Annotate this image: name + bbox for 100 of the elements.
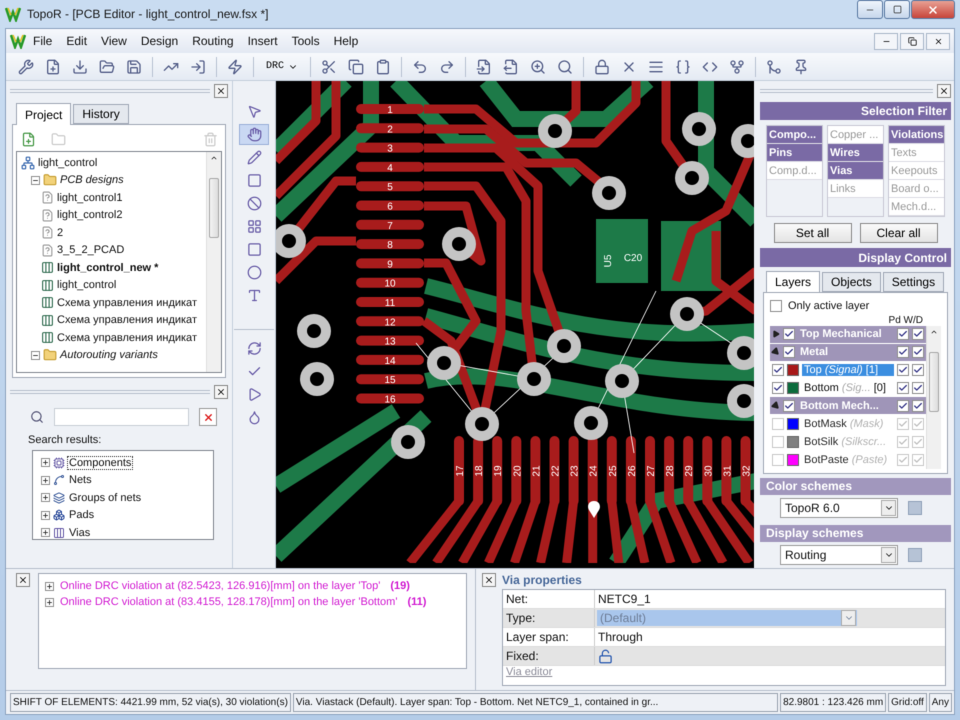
checkbox[interactable] <box>912 382 924 394</box>
menu-item[interactable]: Tools <box>284 34 327 48</box>
checkbox[interactable] <box>897 436 909 448</box>
tree-item[interactable]: light_control1 <box>57 192 122 204</box>
checkbox[interactable] <box>772 364 784 376</box>
layer-name[interactable]: BotMask (Mask) <box>802 418 894 430</box>
filter-toggle[interactable]: Pins <box>767 144 822 162</box>
expand-toggle[interactable] <box>41 528 50 538</box>
checkbox[interactable] <box>897 364 909 376</box>
checkbox[interactable] <box>897 418 909 430</box>
tree-item[interactable]: Схема управления индикат <box>57 296 197 309</box>
tree-item[interactable]: Groups of nets <box>68 492 142 504</box>
close-button[interactable] <box>16 573 30 587</box>
close-button[interactable] <box>214 84 228 98</box>
scrollbar-thumb[interactable] <box>929 352 939 412</box>
scheme-dropdown[interactable]: Routing <box>780 544 898 565</box>
checkbox[interactable] <box>783 400 795 412</box>
tab[interactable]: Layers <box>766 270 820 293</box>
menu-item[interactable]: Edit <box>59 34 94 48</box>
menu-item[interactable]: File <box>26 34 60 48</box>
checkbox[interactable] <box>783 346 795 358</box>
tree-item[interactable]: Vias <box>68 526 92 539</box>
expand-toggle[interactable] <box>41 493 50 502</box>
expand-toggle[interactable] <box>41 476 50 485</box>
layer-name[interactable]: Bottom (Sig... [0] <box>802 382 894 394</box>
checkbox[interactable] <box>912 364 924 376</box>
maximize-button[interactable] <box>884 0 910 19</box>
scheme-dropdown[interactable]: TopoR 6.0 <box>780 498 898 518</box>
close-button[interactable] <box>214 385 228 399</box>
tree-item[interactable]: Components <box>68 456 132 469</box>
checkbox[interactable] <box>897 346 909 358</box>
expand-toggle[interactable] <box>45 598 54 606</box>
violation-message[interactable]: Online DRC violation at (83.4155, 128.178)[mm] on the layer 'Bottom' (11) <box>60 596 426 608</box>
menu-item[interactable]: Design <box>134 34 186 48</box>
restore-button[interactable] <box>900 32 924 50</box>
checkbox[interactable] <box>772 418 784 430</box>
action-button[interactable]: Set all <box>774 223 852 244</box>
checkbox[interactable] <box>897 400 909 412</box>
checkbox[interactable] <box>912 418 924 430</box>
tree-item[interactable]: PCB designs <box>60 174 124 186</box>
action-button[interactable]: Clear all <box>860 223 938 244</box>
checkbox[interactable] <box>912 328 924 340</box>
tab[interactable]: Project <box>16 103 72 125</box>
padlock-icon[interactable] <box>598 648 613 664</box>
layer-name[interactable]: BotSilk (Silkscr... <box>802 436 894 448</box>
tree-item[interactable]: Схема управления индикат <box>57 314 197 326</box>
filter-toggle[interactable]: Vias <box>828 162 883 180</box>
tree-item[interactable]: 3_5_2_PCAD <box>57 244 124 256</box>
close-button[interactable] <box>937 84 951 98</box>
tree-item[interactable]: 2 <box>57 226 64 239</box>
checkbox[interactable] <box>897 454 909 466</box>
checkbox[interactable] <box>772 454 784 466</box>
hand-icon[interactable] <box>239 124 269 145</box>
checkbox[interactable] <box>912 436 924 448</box>
drc-dropdown[interactable]: DRC <box>260 56 304 78</box>
tree-item[interactable]: light_control2 <box>57 209 122 222</box>
tree-item[interactable]: Pads <box>68 509 96 522</box>
expand-toggle[interactable] <box>31 176 40 185</box>
scrollbar[interactable] <box>926 326 941 469</box>
menu-item[interactable]: Insert <box>240 34 285 48</box>
filter-toggle[interactable]: Compo... <box>767 126 822 144</box>
tree-item[interactable]: light_control_new * <box>57 262 158 274</box>
layer-name[interactable]: BotPaste (Paste) <box>802 454 894 466</box>
pin-number: 24 <box>588 465 600 477</box>
tree-item[interactable]: Nets <box>68 474 93 486</box>
tab[interactable]: History <box>73 104 129 124</box>
tree-item[interactable]: light_control <box>38 156 98 169</box>
tree-item[interactable]: Autorouting variants <box>60 349 158 362</box>
menu-item[interactable]: Help <box>326 34 366 48</box>
scrollbar-thumb[interactable] <box>209 178 219 238</box>
expand-toggle[interactable] <box>41 458 50 468</box>
menu-item[interactable]: Routing <box>185 34 241 48</box>
minimize-button[interactable] <box>857 0 883 19</box>
expand-toggle[interactable] <box>45 582 54 590</box>
board-icon <box>41 261 54 274</box>
tree-item[interactable]: light_control <box>57 279 116 292</box>
checkbox[interactable] <box>772 436 784 448</box>
close-button[interactable] <box>482 573 496 587</box>
menu-item[interactable]: View <box>94 34 134 48</box>
tab[interactable]: Objects <box>822 272 881 292</box>
expand-icon[interactable] <box>772 330 780 338</box>
checkbox[interactable] <box>912 346 924 358</box>
tab[interactable]: Settings <box>882 272 944 292</box>
filter-toggle[interactable]: Violations <box>889 126 944 144</box>
expand-toggle[interactable] <box>41 510 50 520</box>
checkbox[interactable] <box>772 382 784 394</box>
checkbox[interactable] <box>912 400 924 412</box>
clear-button[interactable] <box>199 408 217 426</box>
checkbox[interactable] <box>912 454 924 466</box>
tree-item[interactable]: Схема управления индикат <box>57 332 197 344</box>
unknown-board-icon <box>41 208 54 222</box>
filter-toggle[interactable]: Wires <box>828 144 883 162</box>
checkbox[interactable] <box>783 328 795 340</box>
violation-message[interactable]: Online DRC violation at (82.5423, 126.916)[mm] on the layer 'Top' (19) <box>60 580 410 592</box>
checkbox[interactable] <box>770 300 782 312</box>
checkbox[interactable] <box>897 382 909 394</box>
checkbox[interactable] <box>897 328 909 340</box>
search-field[interactable] <box>54 408 189 426</box>
expand-toggle[interactable] <box>31 350 40 360</box>
scrollbar[interactable] <box>206 152 221 372</box>
